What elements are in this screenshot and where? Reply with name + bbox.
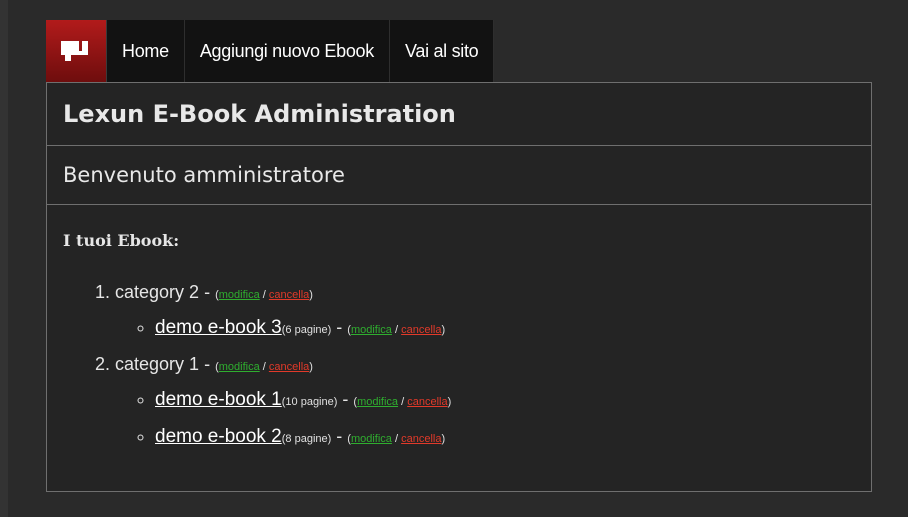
action-separator: / <box>395 433 399 445</box>
lexun-logo-icon <box>61 41 91 61</box>
top-navbar: Home Aggiungi nuovo Ebook Vai al sito <box>46 20 495 82</box>
category-list: category 2 - (modifica / cancella) demo … <box>63 280 855 451</box>
nav-go-to-site[interactable]: Vai al sito <box>389 20 495 82</box>
category-name: category 2 <box>115 282 200 302</box>
edit-book-link[interactable]: modifica <box>351 324 392 336</box>
category-dash: - <box>199 354 216 374</box>
admin-panel: Lexun E-Book Administration Benvenuto am… <box>46 82 872 492</box>
book-list: demo e-book 1(10 pagine) - (modifica / c… <box>115 387 855 451</box>
delete-category-link[interactable]: cancella <box>269 361 309 373</box>
edit-book-link[interactable]: modifica <box>357 396 398 408</box>
book-page-count: (8 pagine) <box>281 433 332 445</box>
book-actions: (modifica / cancella) <box>347 433 446 445</box>
book-dash: - <box>331 317 348 337</box>
book-item: demo e-book 3(6 pagine) - (modifica / ca… <box>155 315 855 342</box>
book-page-count: (10 pagine) <box>281 396 338 408</box>
book-actions: (modifica / cancella) <box>347 324 446 336</box>
book-item: demo e-book 2(8 pagine) - (modifica / ca… <box>155 424 855 451</box>
delete-book-link[interactable]: cancella <box>407 396 447 408</box>
section-title: I tuoi Ebook: <box>63 231 180 250</box>
book-page-count: (6 pagine) <box>281 324 332 336</box>
delete-book-link[interactable]: cancella <box>401 324 441 336</box>
category-name: category 1 <box>115 354 200 374</box>
book-list: demo e-book 3(6 pagine) - (modifica / ca… <box>115 315 855 342</box>
action-separator: / <box>262 289 266 301</box>
category-dash: - <box>199 282 216 302</box>
page-title: Lexun E-Book Administration <box>47 83 871 146</box>
action-separator: / <box>401 396 405 408</box>
logo-button[interactable] <box>46 20 107 82</box>
edit-category-link[interactable]: modifica <box>219 361 260 373</box>
category-actions: (modifica / cancella) <box>215 361 313 373</box>
book-link[interactable]: demo e-book 3 <box>155 317 282 338</box>
book-link[interactable]: demo e-book 2 <box>155 426 282 447</box>
category-actions: (modifica / cancella) <box>215 289 313 301</box>
book-item: demo e-book 1(10 pagine) - (modifica / c… <box>155 387 855 414</box>
book-dash: - <box>337 389 354 409</box>
delete-category-link[interactable]: cancella <box>269 289 309 301</box>
category-item: category 2 - (modifica / cancella) demo … <box>115 280 855 342</box>
ebook-section: I tuoi Ebook: category 2 - (modifica / c… <box>47 205 871 451</box>
nav-home[interactable]: Home <box>107 20 185 82</box>
edit-book-link[interactable]: modifica <box>351 433 392 445</box>
book-dash: - <box>331 426 348 446</box>
edit-category-link[interactable]: modifica <box>219 289 260 301</box>
action-separator: / <box>395 324 399 336</box>
book-link[interactable]: demo e-book 1 <box>155 389 282 410</box>
category-item: category 1 - (modifica / cancella) demo … <box>115 352 855 451</box>
book-actions: (modifica / cancella) <box>353 396 452 408</box>
nav-add-ebook[interactable]: Aggiungi nuovo Ebook <box>184 20 390 82</box>
welcome-message: Benvenuto amministratore <box>47 146 871 205</box>
action-separator: / <box>262 361 266 373</box>
delete-book-link[interactable]: cancella <box>401 433 441 445</box>
